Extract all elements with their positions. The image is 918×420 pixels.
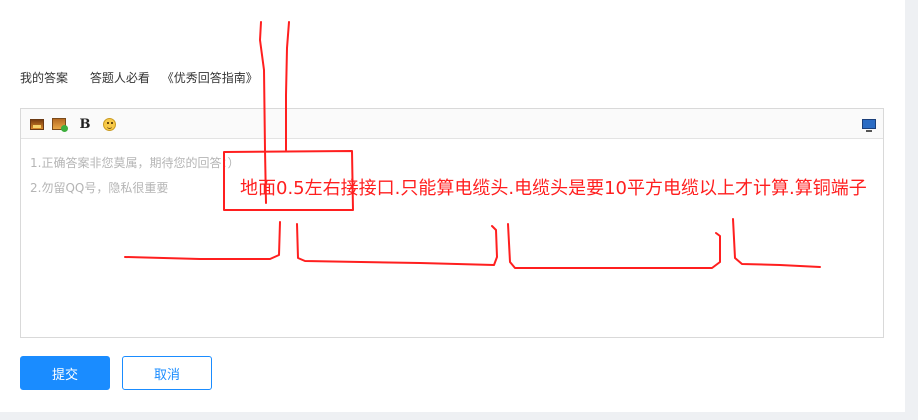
album-icon[interactable] xyxy=(51,116,68,132)
editor-toolbar: B xyxy=(21,109,883,139)
cancel-button[interactable]: 取消 xyxy=(122,356,212,390)
preview-icon[interactable] xyxy=(861,116,877,132)
page-right-gutter xyxy=(905,0,918,420)
annotation-text: 地面0.5左右接接口.只能算电缆头.电缆头是要10平方电缆以上才计算.算铜端子 xyxy=(240,178,867,199)
answer-editor: B 1.正确答案非您莫属，期待您的回答：） 2.勿留QQ号，隐私很重要 xyxy=(20,108,884,338)
answer-textarea[interactable]: 1.正确答案非您莫属，期待您的回答：） 2.勿留QQ号，隐私很重要 xyxy=(21,139,883,337)
placeholder-line-2: 2.勿留QQ号，隐私很重要 xyxy=(30,181,169,195)
image-icon[interactable] xyxy=(29,116,45,132)
placeholder-line-1: 1.正确答案非您莫属，期待您的回答：） xyxy=(30,156,240,170)
bold-button[interactable]: B xyxy=(77,116,93,132)
page-bottom-gutter xyxy=(0,412,918,420)
submit-button[interactable]: 提交 xyxy=(20,356,110,390)
answer-nav: 我的答案 答题人必看 《优秀回答指南》 xyxy=(20,69,258,86)
answer-guide-link[interactable]: 《优秀回答指南》 xyxy=(162,69,258,86)
emoji-icon[interactable] xyxy=(101,116,117,132)
must-read-label: 答题人必看 xyxy=(89,71,150,85)
my-answer-label: 我的答案 xyxy=(20,71,69,85)
